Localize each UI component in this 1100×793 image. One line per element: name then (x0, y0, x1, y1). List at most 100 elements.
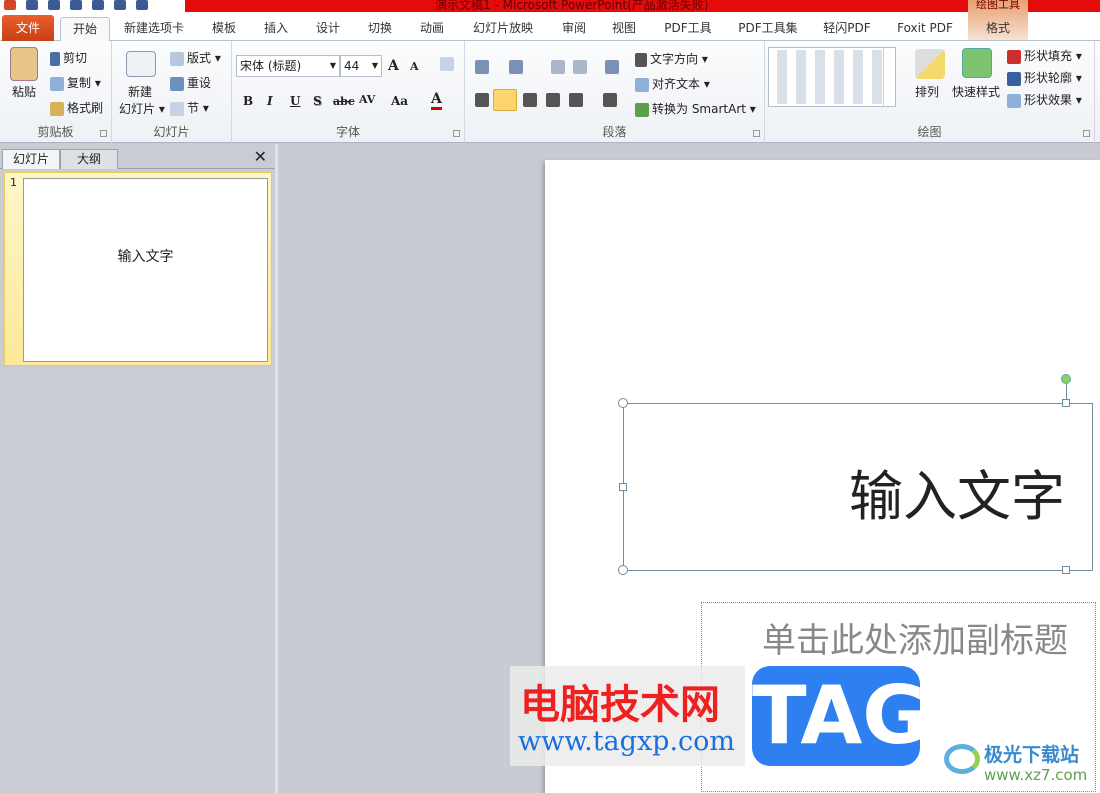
redo-icon[interactable] (70, 0, 82, 10)
resize-handle[interactable] (618, 565, 628, 575)
dialog-launcher[interactable] (753, 130, 760, 137)
grow-font-button[interactable]: A (388, 58, 399, 74)
dialog-launcher[interactable] (1083, 130, 1090, 137)
quick-styles-button[interactable]: 快速样式 (952, 83, 1000, 100)
tab-transitions[interactable]: 切换 (360, 17, 400, 41)
dialog-launcher[interactable] (453, 130, 460, 137)
numbering-icon[interactable] (509, 60, 523, 74)
ribbon: 粘贴 剪切 复制 ▾ 格式刷 剪贴板 新建 幻灯片 ▾ 版式 ▾ 重设 节 ▾ … (0, 41, 1100, 143)
increase-indent-icon[interactable] (573, 60, 587, 74)
font-color-button[interactable]: A (431, 91, 442, 110)
format-painter-button[interactable]: 格式刷 (50, 99, 103, 116)
columns-icon[interactable] (603, 93, 617, 107)
title-textbox[interactable]: 输入文字 (618, 374, 1093, 575)
copy-button[interactable]: 复制 ▾ (50, 74, 101, 91)
bold-button[interactable]: B (243, 94, 253, 108)
shape-fill-button[interactable]: 形状填充 ▾ (1007, 47, 1082, 64)
tab-foxit-pdf[interactable]: Foxit PDF (892, 17, 958, 41)
section-button[interactable]: 节 ▾ (170, 99, 209, 116)
new-slide-label[interactable]: 新建 (128, 83, 152, 100)
shadow-button[interactable]: S (313, 94, 322, 108)
shape-outline-button[interactable]: 形状轮廓 ▾ (1007, 69, 1082, 86)
tab-view[interactable]: 视图 (604, 17, 644, 41)
tab-outline[interactable]: 大纲 (60, 149, 118, 169)
new-icon[interactable] (92, 0, 104, 10)
italic-button[interactable]: I (267, 94, 273, 108)
font-name-select[interactable]: 宋体 (标题) ▼ (236, 55, 340, 77)
align-center-button[interactable] (493, 89, 517, 111)
align-text-button[interactable]: 对齐文本 ▾ (635, 75, 710, 92)
tab-slides[interactable]: 幻灯片 (2, 149, 60, 169)
xz7-name: 极光下载站 (984, 744, 1080, 766)
section-icon (170, 101, 184, 116)
bullets-icon[interactable] (475, 60, 489, 74)
reset-button[interactable]: 重设 (170, 74, 211, 91)
close-icon[interactable]: ✕ (254, 147, 267, 166)
new-slide-icon[interactable] (126, 51, 156, 77)
save-icon[interactable] (26, 0, 38, 10)
paste-icon[interactable] (10, 47, 38, 81)
font-size-select[interactable]: 44 ▼ (340, 55, 382, 77)
paste-button[interactable]: 粘贴 (12, 83, 36, 100)
resize-handle[interactable] (618, 398, 628, 408)
layout-icon (170, 51, 184, 66)
subtitle-placeholder-text[interactable]: 单击此处添加副标题 (762, 613, 1068, 662)
distribute-icon[interactable] (569, 93, 583, 107)
line-spacing-icon[interactable] (605, 60, 619, 74)
dialog-launcher[interactable] (100, 130, 107, 137)
shapes-gallery[interactable] (768, 47, 896, 107)
align-left-icon[interactable] (475, 93, 489, 107)
group-label: 剪贴板 (37, 125, 74, 139)
thumbnail-text: 输入文字 (117, 249, 174, 265)
decrease-indent-icon[interactable] (551, 60, 565, 74)
resize-handle[interactable] (619, 483, 627, 491)
watermark-site-name: 电脑技术网 (520, 682, 720, 728)
arrange-button[interactable]: 排列 (915, 83, 939, 100)
text-direction-button[interactable]: 文字方向 ▾ (635, 50, 708, 67)
shape-icons[interactable] (773, 50, 885, 104)
cut-button[interactable]: 剪切 (50, 49, 87, 66)
resize-handle[interactable] (1062, 566, 1070, 574)
slide-thumbnail[interactable]: 输入文字 (23, 178, 268, 362)
arrange-icon[interactable] (915, 49, 945, 79)
tab-new[interactable]: 新建选项卡 (118, 17, 190, 41)
change-case-button[interactable]: Aa (391, 94, 408, 108)
tab-pdf-toolset[interactable]: PDF工具集 (732, 17, 804, 41)
layout-button[interactable]: 版式 ▾ (170, 49, 221, 66)
resize-handle[interactable] (1062, 399, 1070, 407)
slide-title[interactable]: 输入文字 (849, 452, 1065, 531)
align-right-icon[interactable] (523, 93, 537, 107)
tab-flash-pdf[interactable]: 轻闪PDF (816, 17, 878, 41)
tab-slideshow[interactable]: 幻灯片放映 (466, 17, 540, 41)
print-icon[interactable] (114, 0, 126, 10)
xz7-logo-icon (944, 744, 980, 774)
new-slide-button[interactable]: 幻灯片 ▾ (119, 100, 165, 117)
tab-animations[interactable]: 动画 (412, 17, 452, 41)
tab-format[interactable]: 格式 (968, 17, 1028, 41)
char-spacing-button[interactable]: AV (359, 93, 375, 106)
group-label: 段落 (602, 125, 627, 139)
quick-styles-icon[interactable] (962, 48, 992, 78)
tab-file[interactable]: 文件 (2, 15, 54, 41)
strikethrough-button[interactable]: abc (333, 95, 355, 108)
convert-smartart-button[interactable]: 转换为 SmartArt ▾ (635, 100, 756, 117)
justify-icon[interactable] (546, 93, 560, 107)
tab-review[interactable]: 审阅 (554, 17, 594, 41)
preview-icon[interactable] (136, 0, 148, 10)
tab-pdf-tools[interactable]: PDF工具 (658, 17, 718, 41)
clear-format-icon[interactable] (440, 57, 454, 71)
tab-home[interactable]: 开始 (60, 17, 110, 42)
group-font: 宋体 (标题) ▼ 44 ▼ A A B I U S abc AV Aa A 字体 (232, 41, 465, 143)
ribbon-tabs: 文件 开始 新建选项卡 模板 插入 设计 切换 动画 幻灯片放映 审阅 视图 P… (0, 12, 1100, 42)
tab-design[interactable]: 设计 (308, 17, 348, 41)
gallery-scroll[interactable] (883, 48, 895, 106)
undo-icon[interactable] (48, 0, 60, 10)
shape-effects-button[interactable]: 形状效果 ▾ (1007, 91, 1082, 108)
shrink-font-button[interactable]: A (410, 60, 419, 73)
tab-insert[interactable]: 插入 (256, 17, 296, 41)
brush-icon (50, 101, 64, 116)
copy-icon (50, 76, 64, 91)
underline-button[interactable]: U (290, 94, 300, 108)
slide-thumbnail-selected[interactable]: 1 输入文字 (4, 172, 272, 366)
tab-template[interactable]: 模板 (204, 17, 244, 41)
